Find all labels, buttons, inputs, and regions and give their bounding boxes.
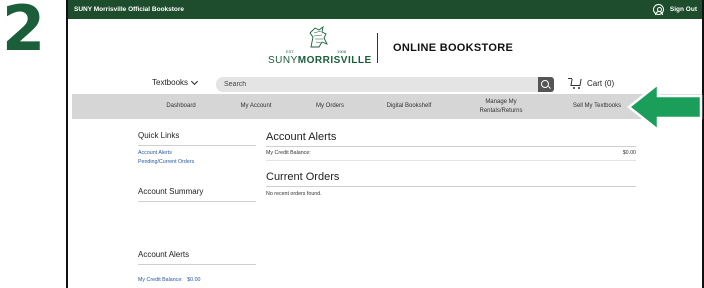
nav-my-orders-label: My Orders [315, 103, 344, 109]
search-button[interactable] [538, 77, 554, 92]
nav-manage-rentals-label: Manage My [485, 98, 517, 105]
main-content: Account Alerts My Credit Balance: $0.00 … [266, 131, 636, 197]
sidebar-credit: My Credit Balance: $0.00 [138, 265, 256, 286]
cart-link[interactable]: Cart (0) [568, 77, 614, 90]
logo-wordmark: SUNYMORRISVILLE [268, 55, 372, 66]
search-icon [541, 79, 549, 88]
brand-divider [377, 33, 378, 63]
arrow-left-icon [626, 81, 703, 133]
credit-balance-row: My Credit Balance: $0.00 [266, 147, 636, 161]
cart-label: Cart (0) [587, 79, 615, 88]
cart-icon [568, 77, 582, 90]
sidebar-alerts-title: Account Alerts [138, 250, 256, 265]
signout-area[interactable]: Sign Out [652, 4, 697, 15]
orders-title: Current Orders [266, 171, 636, 187]
credit-balance-value: $0.00 [622, 150, 636, 156]
textbooks-label: Textbooks [152, 78, 189, 87]
nav-my-account-label: My Account [240, 103, 272, 109]
account-summary-section: Account Summary [138, 187, 256, 202]
textbooks-dropdown[interactable]: Textbooks [152, 77, 199, 87]
nav-sell-textbooks-label: Sell My Textbooks [572, 103, 622, 109]
quick-links-section: Quick Links Account Alerts Pending/Curre… [138, 131, 256, 167]
top-bar: SUNY Morrisville Official Bookstore Sign… [68, 0, 702, 19]
brand-header: EST. 1908 SUNYMORRISVILLE ONLINE BOOKSTO… [68, 19, 702, 77]
step-number: 2 [2, 0, 45, 65]
quick-links-list: Account Alerts Pending/Current Orders [138, 146, 256, 167]
quick-links-title: Quick Links [138, 131, 256, 146]
logo-morrisville: MORRISVILLE [297, 55, 372, 66]
search-input[interactable] [216, 77, 538, 92]
account-summary-title: Account Summary [138, 187, 256, 202]
store-name: SUNY Morrisville Official Bookstore [74, 6, 185, 13]
orders-empty-message: No recent orders found. [266, 191, 322, 197]
nav-my-account[interactable]: My Account [216, 94, 296, 119]
search-row: Textbooks Cart (0) [68, 77, 702, 94]
browser-frame: SUNY Morrisville Official Bookstore Sign… [66, 0, 704, 288]
nav-dashboard[interactable]: Dashboard [138, 94, 224, 119]
sidebar-credit-value: $0.00 [187, 277, 201, 283]
logo-est-label: EST. [286, 49, 295, 54]
nav-digital-bookshelf[interactable]: Digital Bookshelf [364, 94, 454, 119]
logo-established: EST. 1908 [286, 49, 346, 54]
chevron-down-icon [190, 77, 199, 85]
credit-balance-label: My Credit Balance: [266, 150, 311, 156]
alerts-title: Account Alerts [266, 131, 636, 147]
brand-title: ONLINE BOOKSTORE [393, 42, 514, 54]
logo-est-year: 1908 [337, 49, 346, 54]
nav-manage-rentals-label-2: Rentals/Returns [479, 107, 523, 114]
nav-manage-rentals[interactable]: Manage My Rentals/Returns [456, 94, 546, 119]
nav-dashboard-label: Dashboard [166, 103, 196, 109]
mustang-logo-icon [309, 25, 328, 48]
link-account-alerts[interactable]: Account Alerts [138, 149, 256, 158]
user-icon[interactable] [652, 4, 664, 15]
signout-link[interactable]: Sign Out [670, 6, 697, 13]
sidebar-credit-label[interactable]: My Credit Balance: [138, 277, 183, 283]
account-nav: Dashboard My Account My Orders Digital B… [72, 94, 702, 119]
suny-morrisville-logo[interactable]: EST. 1908 SUNYMORRISVILLE [268, 25, 371, 71]
nav-digital-bookshelf-label: Digital Bookshelf [386, 103, 432, 109]
logo-suny: SUNY [268, 55, 298, 66]
sidebar-alerts-section: Account Alerts My Credit Balance: $0.00 [138, 250, 256, 286]
nav-my-orders[interactable]: My Orders [290, 94, 370, 119]
link-pending-orders[interactable]: Pending/Current Orders [138, 158, 256, 167]
